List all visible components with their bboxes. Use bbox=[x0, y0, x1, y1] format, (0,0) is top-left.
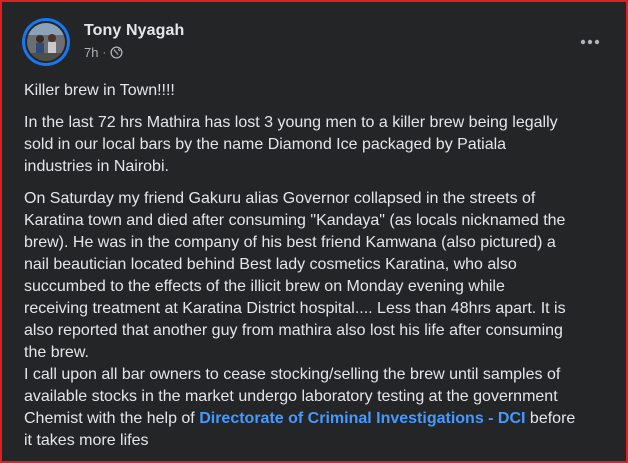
page-link-dci[interactable]: Directorate of Criminal Investigations -… bbox=[199, 410, 525, 427]
post-paragraph: On Saturday my friend Gakuru alias Gover… bbox=[24, 190, 566, 361]
post-paragraph: In the last 72 hrs Mathira has lost 3 yo… bbox=[24, 114, 558, 175]
avatar-image bbox=[27, 23, 65, 61]
author-name[interactable]: Tony Nyagah bbox=[84, 22, 184, 40]
globe-icon[interactable] bbox=[110, 46, 123, 59]
post-time[interactable]: 7h bbox=[84, 45, 98, 60]
post-header: Tony Nyagah 7h · bbox=[22, 18, 612, 68]
more-horizontal-icon[interactable] bbox=[578, 30, 602, 54]
avatar-photo bbox=[25, 21, 67, 63]
meta-separator: · bbox=[102, 46, 107, 59]
post-card: Tony Nyagah 7h · Killer brew in Town!!!!… bbox=[0, 0, 628, 463]
post-body: Killer brew in Town!!!! In the last 72 h… bbox=[24, 80, 620, 452]
post-paragraph: I call upon all bar owners to cease stoc… bbox=[24, 364, 620, 452]
post-paragraph: Killer brew in Town!!!! bbox=[24, 82, 175, 99]
post-meta: 7h · bbox=[84, 45, 123, 60]
avatar[interactable] bbox=[22, 18, 70, 66]
